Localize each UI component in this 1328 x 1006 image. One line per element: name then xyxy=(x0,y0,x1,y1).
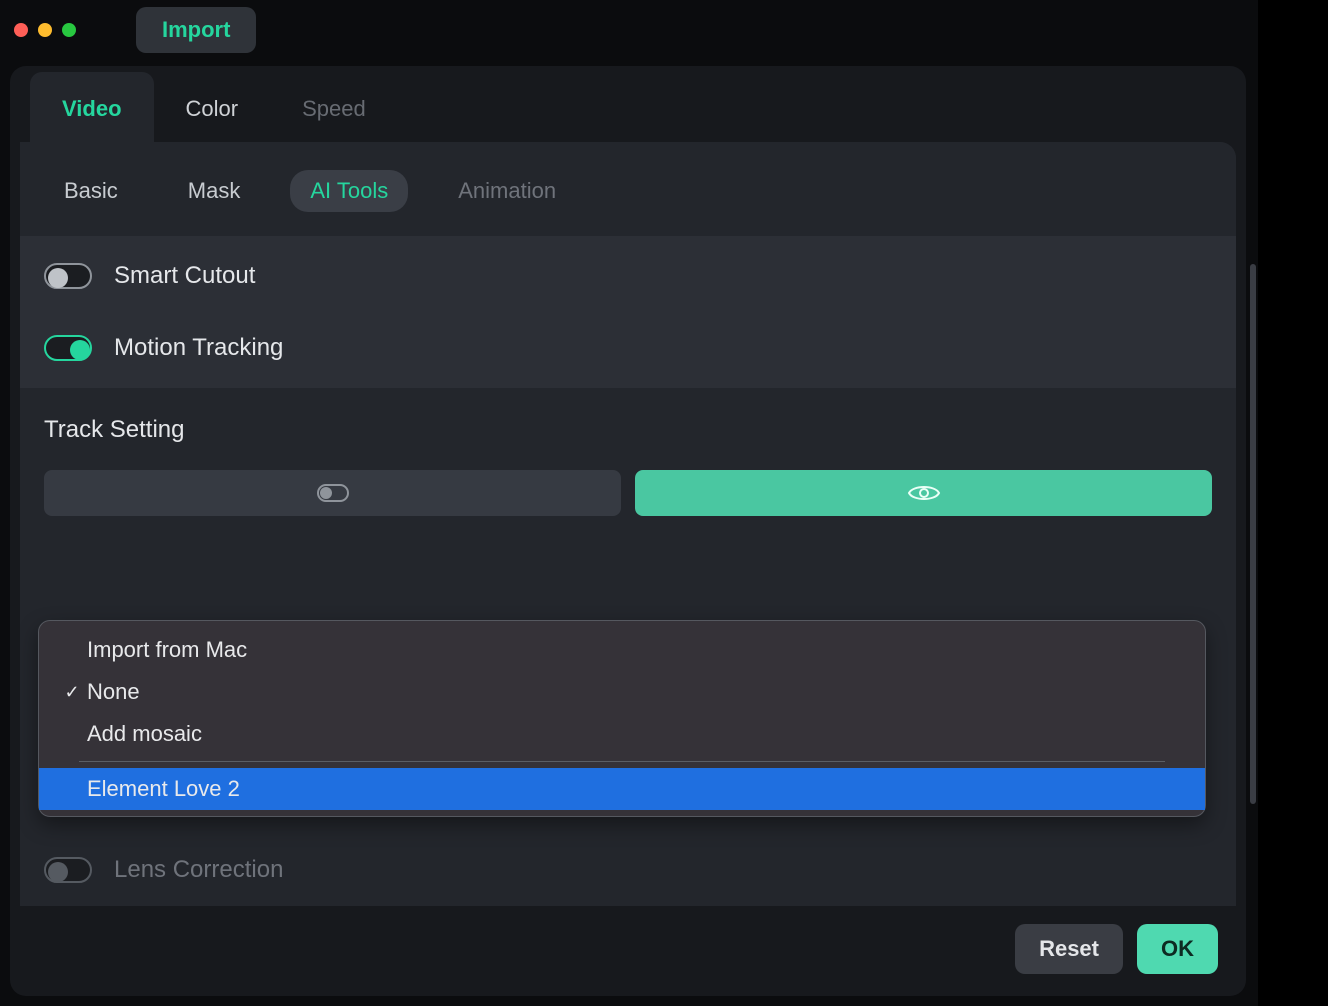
smart-cutout-toggle[interactable] xyxy=(44,263,92,289)
sub-tabs: Basic Mask AI Tools Animation xyxy=(20,142,1236,236)
window-maximize-button[interactable] xyxy=(62,23,76,37)
footer-buttons: Reset OK xyxy=(20,924,1234,974)
tab-video[interactable]: Video xyxy=(30,72,154,142)
lens-correction-toggle[interactable] xyxy=(44,857,92,883)
tab-speed[interactable]: Speed xyxy=(270,72,398,142)
editor-panel: Video Color Speed Basic Mask AI Tools An… xyxy=(10,66,1246,996)
ai-toggles-section: Smart Cutout Motion Tracking xyxy=(20,236,1236,388)
vertical-scrollbar[interactable] xyxy=(1250,264,1256,804)
subtab-ai-tools[interactable]: AI Tools xyxy=(290,170,408,212)
tab-content: Basic Mask AI Tools Animation Smart Cuto… xyxy=(20,142,1236,906)
check-icon: ✓ xyxy=(57,682,87,703)
tab-color[interactable]: Color xyxy=(154,72,271,142)
link-element-dropdown[interactable]: Import from Mac ✓ None Add mosaic Elemen… xyxy=(38,620,1206,817)
dropdown-item-add-mosaic[interactable]: Add mosaic xyxy=(39,713,1205,755)
mini-toggle-icon xyxy=(317,484,349,502)
motion-tracking-toggle[interactable] xyxy=(44,335,92,361)
ok-button[interactable]: OK xyxy=(1137,924,1218,974)
lens-correction-label: Lens Correction xyxy=(114,856,283,884)
traffic-lights xyxy=(10,23,76,37)
dropdown-separator xyxy=(79,761,1165,762)
window-minimize-button[interactable] xyxy=(38,23,52,37)
dropdown-item-none[interactable]: ✓ None xyxy=(39,671,1205,713)
smart-cutout-label: Smart Cutout xyxy=(114,262,255,290)
subtab-basic[interactable]: Basic xyxy=(44,170,138,212)
import-button[interactable]: Import xyxy=(136,7,256,53)
track-setting-title: Track Setting xyxy=(44,416,1212,444)
motion-tracking-row: Motion Tracking xyxy=(44,334,1212,362)
dropdown-item-label: Import from Mac xyxy=(87,637,247,663)
track-setting-segment xyxy=(44,470,1212,516)
window-close-button[interactable] xyxy=(14,23,28,37)
dropdown-item-element-love-2[interactable]: Element Love 2 xyxy=(39,768,1205,810)
dropdown-item-label: Add mosaic xyxy=(87,721,202,747)
motion-tracking-label: Motion Tracking xyxy=(114,334,283,362)
dropdown-item-import-from-mac[interactable]: Import from Mac xyxy=(39,629,1205,671)
eye-icon xyxy=(907,482,941,504)
reset-button[interactable]: Reset xyxy=(1015,924,1123,974)
subtab-mask[interactable]: Mask xyxy=(168,170,261,212)
titlebar: Import xyxy=(0,0,1258,60)
track-mode-visible-button[interactable] xyxy=(635,470,1212,516)
main-tabs: Video Color Speed xyxy=(10,66,1246,142)
dropdown-item-label: Element Love 2 xyxy=(87,776,240,802)
smart-cutout-row: Smart Cutout xyxy=(44,262,1212,290)
lens-correction-row: Lens Correction xyxy=(20,836,1236,904)
track-setting-section: Track Setting xyxy=(20,388,1236,526)
app-window: Import Video Color Speed Basic Mask AI T… xyxy=(0,0,1258,1006)
subtab-animation[interactable]: Animation xyxy=(438,170,576,212)
dropdown-item-label: None xyxy=(87,679,140,705)
track-mode-hidden-button[interactable] xyxy=(44,470,621,516)
